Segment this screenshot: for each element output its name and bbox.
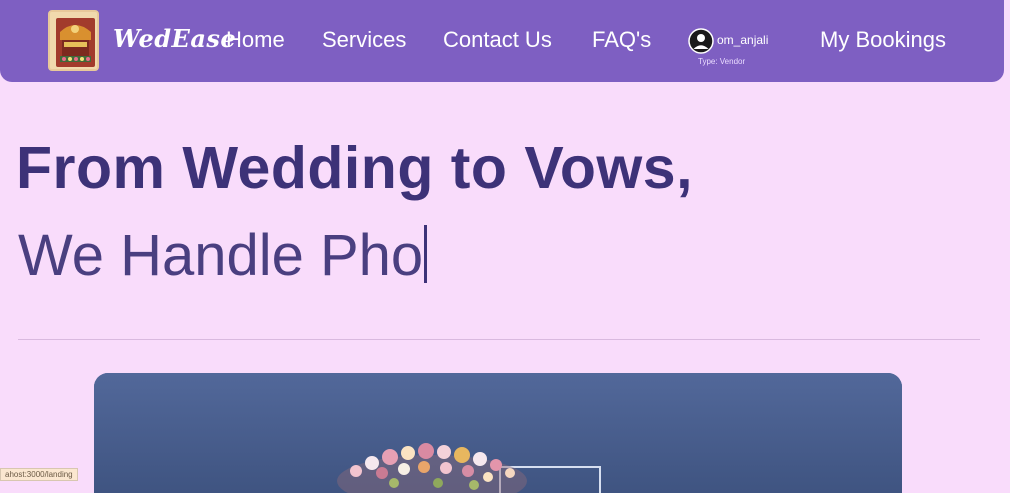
hero-heading: From Wedding to Vows,	[16, 135, 693, 201]
wedease-logo[interactable]	[48, 10, 99, 71]
nav-link-contact-us[interactable]: Contact Us	[443, 27, 552, 53]
nav-link-home[interactable]: Home	[226, 27, 285, 53]
user-avatar-icon[interactable]	[688, 28, 714, 59]
user-type-label: Type: Vendor	[698, 57, 746, 66]
nav-link-services[interactable]: Services	[322, 27, 406, 53]
hero-image	[94, 373, 902, 493]
nav-link-my-bookings[interactable]: My Bookings	[820, 27, 946, 53]
status-bar-url: ahost:3000/landing	[0, 468, 78, 481]
brand-name[interactable]: WedEase	[113, 24, 236, 53]
typed-text: We Handle Pho	[18, 223, 424, 288]
nav-link-faqs[interactable]: FAQ's	[592, 27, 651, 53]
section-divider	[18, 339, 980, 340]
hero-typed-text: We Handle Pho	[18, 222, 428, 289]
typing-cursor	[424, 225, 428, 283]
top-navbar: WedEase Home Services Contact Us FAQ's o…	[0, 0, 1004, 82]
username[interactable]: om_anjali	[717, 33, 768, 47]
